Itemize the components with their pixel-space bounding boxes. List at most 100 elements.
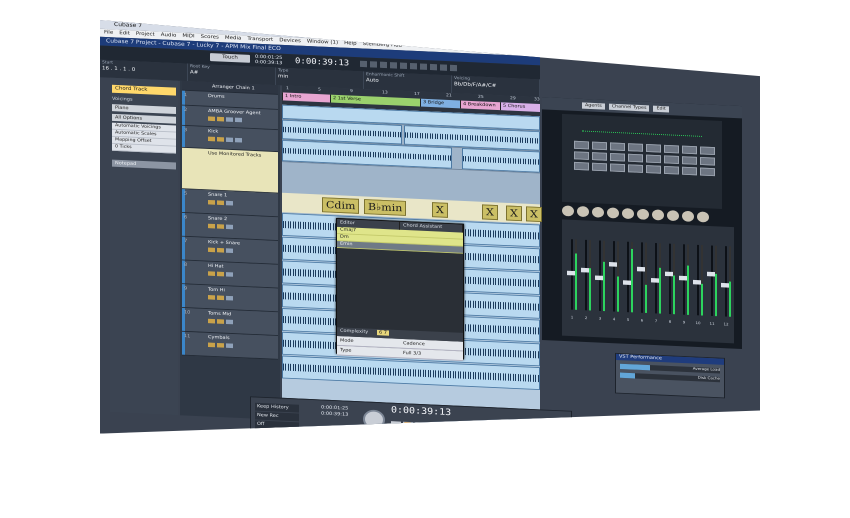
read-button[interactable]	[226, 272, 233, 277]
jog-wheel[interactable]	[363, 409, 385, 429]
chord-track-row[interactable]: Use Monitored Tracks	[182, 148, 278, 194]
track-name[interactable]: Use Monitored Tracks	[208, 151, 261, 159]
grid-type-icon[interactable]	[450, 65, 457, 71]
percussion-icon[interactable]	[682, 211, 694, 222]
drum-pad[interactable]	[664, 145, 679, 154]
read-button[interactable]	[226, 248, 233, 253]
drum-pad[interactable]	[682, 146, 697, 155]
glue-tool-icon[interactable]	[390, 62, 397, 68]
channel-types-button[interactable]: Channel Types	[609, 103, 650, 111]
drum-pad[interactable]	[646, 165, 661, 174]
voicing-select[interactable]: Piano	[112, 104, 176, 114]
drum-pad[interactable]	[574, 151, 589, 160]
chord-event[interactable]: X	[432, 202, 448, 218]
drum-pad[interactable]	[664, 166, 679, 175]
drum-pad[interactable]	[700, 157, 715, 166]
drum-pad[interactable]	[682, 167, 697, 176]
drum-pad[interactable]	[646, 155, 661, 164]
tom-drum-icon[interactable]	[592, 207, 604, 218]
go-to-start-icon[interactable]: ⏮	[391, 421, 401, 429]
drum-pad[interactable]	[610, 142, 625, 151]
track-name[interactable]: AMBA Groover Agent	[208, 108, 261, 116]
snap-toggle-icon[interactable]	[440, 64, 447, 70]
track-name[interactable]: Snare 2	[208, 216, 227, 222]
drum-pad[interactable]	[646, 144, 661, 153]
track-name[interactable]: Snare 1	[208, 192, 227, 198]
drum-pad[interactable]	[574, 162, 589, 171]
inspector-track-name[interactable]: Chord Track	[112, 85, 176, 96]
drum-pad[interactable]	[574, 141, 589, 150]
drum-pad[interactable]	[610, 164, 625, 173]
right-locator[interactable]: 0:00:39:13	[321, 411, 348, 418]
mute-button[interactable]	[208, 116, 215, 121]
solo-button[interactable]	[217, 295, 224, 300]
track-name[interactable]: Drums	[208, 94, 225, 100]
chord-event[interactable]: X	[506, 205, 522, 221]
chord-event[interactable]: X	[482, 204, 498, 220]
drum-pad[interactable]	[628, 164, 643, 173]
chord-event[interactable]: Cdim	[322, 197, 359, 214]
drum-pad[interactable]	[682, 156, 697, 165]
track-name[interactable]: Cymbals	[208, 335, 230, 341]
zoom-tool-icon[interactable]	[410, 63, 417, 69]
record-icon[interactable]: ●	[475, 425, 485, 433]
read-button[interactable]	[226, 137, 233, 142]
audio-event[interactable]	[462, 148, 540, 173]
mute-button[interactable]	[208, 319, 215, 324]
rewind-icon[interactable]: ⏪	[403, 422, 413, 430]
solo-button[interactable]	[217, 343, 224, 348]
drum-pad[interactable]	[592, 142, 607, 151]
forward-icon[interactable]: ⏩	[415, 422, 425, 430]
history-off-toggle[interactable]: Off	[255, 420, 299, 430]
solo-button[interactable]	[217, 117, 224, 122]
drum-pad[interactable]	[628, 143, 643, 152]
read-button[interactable]	[226, 201, 233, 206]
track-name[interactable]: Tom Hi	[208, 287, 225, 293]
pointer-tool-icon[interactable]	[360, 61, 367, 67]
mute-button[interactable]	[208, 271, 215, 276]
solo-button[interactable]	[217, 200, 224, 205]
track-name[interactable]: Kick + Snare	[208, 240, 240, 247]
mapping-offset-value[interactable]: 0 Ticks	[112, 144, 176, 154]
kick-drum-icon[interactable]	[562, 205, 574, 216]
track-name[interactable]: Kick	[208, 129, 218, 135]
drum-pad[interactable]	[592, 152, 607, 161]
track-name[interactable]: Hi Hat	[208, 263, 224, 269]
mute-button[interactable]	[208, 224, 215, 229]
read-button[interactable]	[226, 320, 233, 325]
notepad-section[interactable]: Notepad	[112, 160, 176, 170]
drum-pad[interactable]	[664, 155, 679, 164]
chord-event[interactable]: X	[526, 206, 542, 222]
solo-button[interactable]	[217, 272, 224, 277]
edit-button[interactable]: Edit	[653, 105, 668, 112]
cycle-icon[interactable]: ↻	[439, 423, 449, 431]
drum-pad[interactable]	[700, 146, 715, 155]
solo-button[interactable]	[217, 137, 224, 142]
mute-button[interactable]	[208, 343, 215, 348]
stop-icon[interactable]: ■	[451, 424, 461, 432]
drum-pad[interactable]	[700, 168, 715, 177]
agents-button[interactable]: Agents	[582, 102, 605, 109]
write-button[interactable]	[235, 138, 242, 143]
mute-button[interactable]	[208, 295, 215, 300]
solo-button[interactable]	[217, 319, 224, 324]
go-to-end-icon[interactable]: ⏭	[427, 423, 437, 431]
read-button[interactable]	[226, 296, 233, 301]
mute-button[interactable]	[208, 248, 215, 253]
drum-pad[interactable]	[628, 154, 643, 163]
track-row[interactable]: 11 Cymbals	[182, 332, 278, 360]
read-button[interactable]	[226, 343, 233, 348]
range-tool-icon[interactable]	[370, 61, 377, 67]
snare-drum-icon[interactable]	[577, 206, 589, 217]
percussion-icon[interactable]	[667, 210, 679, 221]
erase-tool-icon[interactable]	[400, 63, 407, 69]
cymbal-icon[interactable]	[637, 209, 649, 220]
read-button[interactable]	[226, 117, 233, 122]
cymbal-icon[interactable]	[652, 209, 664, 220]
mute-button[interactable]	[208, 200, 215, 205]
complexity-slider[interactable]: 6 7	[377, 330, 389, 336]
track-name[interactable]: Toms Mid	[208, 311, 231, 317]
read-button[interactable]	[226, 225, 233, 230]
drum-pad[interactable]	[592, 163, 607, 172]
split-tool-icon[interactable]	[380, 62, 387, 68]
